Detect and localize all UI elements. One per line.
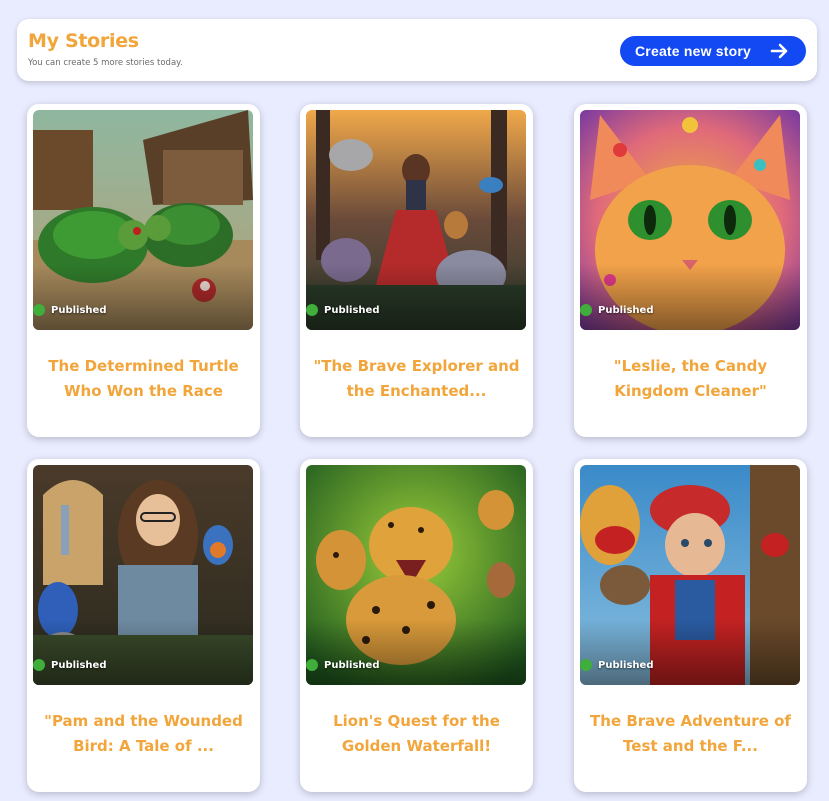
page-title: My Stories bbox=[28, 30, 139, 52]
story-title: "The Brave Explorer and the Enchanted... bbox=[313, 357, 520, 400]
story-cover-image bbox=[33, 110, 253, 330]
status-badge: Published bbox=[306, 304, 379, 316]
status-badge: Published bbox=[33, 659, 106, 671]
status-dot-icon bbox=[306, 659, 318, 671]
story-card[interactable]: Published The Determined Turtle Who Won … bbox=[27, 104, 260, 437]
status-dot-icon bbox=[306, 304, 318, 316]
story-card[interactable]: Published "Pam and the Wounded Bird: A T… bbox=[27, 459, 260, 792]
status-label: Published bbox=[51, 304, 107, 316]
story-cover-image bbox=[306, 465, 526, 685]
stories-remaining-note: You can create 5 more stories today. bbox=[28, 58, 183, 68]
status-label: Published bbox=[51, 659, 107, 671]
story-cover-image bbox=[306, 110, 526, 330]
arrow-right-icon bbox=[770, 43, 788, 59]
status-badge: Published bbox=[580, 659, 653, 671]
status-badge: Published bbox=[306, 659, 379, 671]
story-card[interactable]: Published "The Brave Explorer and the En… bbox=[300, 104, 533, 437]
create-new-story-button[interactable]: Create new story bbox=[620, 36, 806, 66]
story-card[interactable]: Published The Brave Adventure of Test an… bbox=[574, 459, 807, 792]
create-new-story-label: Create new story bbox=[635, 43, 752, 59]
status-dot-icon bbox=[580, 304, 592, 316]
story-cover-image bbox=[33, 465, 253, 685]
story-title: Lion's Quest for the Golden Waterfall! bbox=[333, 712, 500, 755]
status-label: Published bbox=[324, 659, 380, 671]
story-card[interactable]: Published "Leslie, the Candy Kingdom Cle… bbox=[574, 104, 807, 437]
story-card[interactable]: Published Lion's Quest for the Golden Wa… bbox=[300, 459, 533, 792]
page-header: My Stories You can create 5 more stories… bbox=[17, 19, 817, 81]
status-label: Published bbox=[598, 304, 654, 316]
status-dot-icon bbox=[33, 304, 45, 316]
story-title: "Pam and the Wounded Bird: A Tale of ... bbox=[44, 712, 243, 755]
story-title: The Brave Adventure of Test and the F... bbox=[590, 712, 791, 755]
status-dot-icon bbox=[580, 659, 592, 671]
story-cover-image bbox=[580, 465, 800, 685]
status-label: Published bbox=[598, 659, 654, 671]
story-cover-image bbox=[580, 110, 800, 330]
status-dot-icon bbox=[33, 659, 45, 671]
story-title: The Determined Turtle Who Won the Race bbox=[48, 357, 239, 400]
status-badge: Published bbox=[580, 304, 653, 316]
status-badge: Published bbox=[33, 304, 106, 316]
status-label: Published bbox=[324, 304, 380, 316]
story-title: "Leslie, the Candy Kingdom Cleaner" bbox=[613, 357, 768, 400]
